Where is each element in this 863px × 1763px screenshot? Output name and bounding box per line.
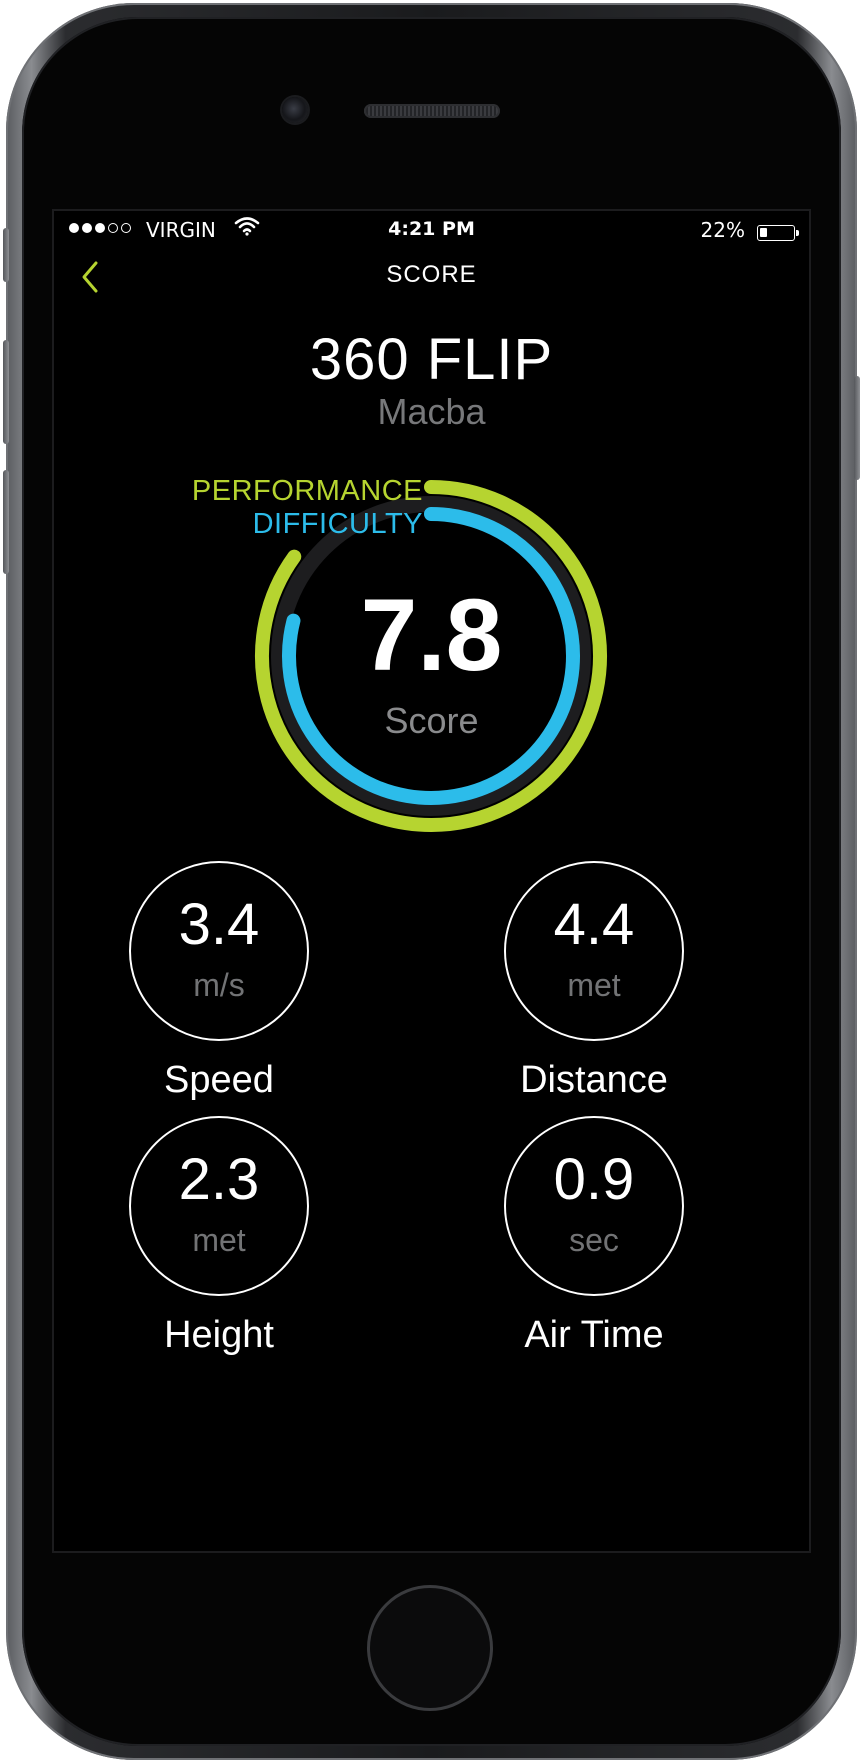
home-button[interactable] (367, 1585, 493, 1711)
stat-circle: 0.9 sec (504, 1116, 684, 1296)
stat-circle: 4.4 met (504, 861, 684, 1041)
difficulty-legend: DIFFICULTY (252, 508, 423, 540)
stat-unit: met (567, 967, 621, 1003)
stat-unit: sec (569, 1222, 619, 1258)
stat-label: Height (164, 1314, 274, 1356)
front-camera (282, 97, 308, 123)
stat-air-time: 0.9 sec Air Time (474, 1116, 714, 1357)
screen: VIRGIN 4:21 PM 22% SCORE 360 FLIP Macba … (54, 211, 809, 1551)
stat-value: 3.4 (178, 892, 260, 957)
stat-label: Distance (520, 1059, 668, 1101)
performance-legend: PERFORMANCE (191, 475, 423, 507)
earpiece-speaker (364, 104, 500, 118)
stat-circle: 2.3 met (129, 1116, 309, 1296)
stat-value: 2.3 (178, 1147, 260, 1212)
stat-label: Speed (164, 1059, 274, 1101)
volume-up-button (3, 340, 9, 444)
power-button (854, 376, 860, 480)
score-label: Score (384, 700, 479, 741)
stat-label: Air Time (524, 1314, 664, 1356)
stat-speed: 3.4 m/s Speed (99, 861, 339, 1102)
stat-unit: m/s (193, 967, 245, 1003)
stat-value: 0.9 (553, 1147, 635, 1212)
score-value: 7.8 (360, 578, 503, 692)
stat-value: 4.4 (553, 892, 635, 957)
stat-circle: 3.4 m/s (129, 861, 309, 1041)
mute-switch (3, 228, 9, 282)
score-rings (255, 480, 607, 832)
stat-unit: met (192, 1222, 246, 1258)
stat-height: 2.3 met Height (99, 1116, 339, 1357)
stat-distance: 4.4 met Distance (474, 861, 714, 1102)
volume-down-button (3, 470, 9, 574)
